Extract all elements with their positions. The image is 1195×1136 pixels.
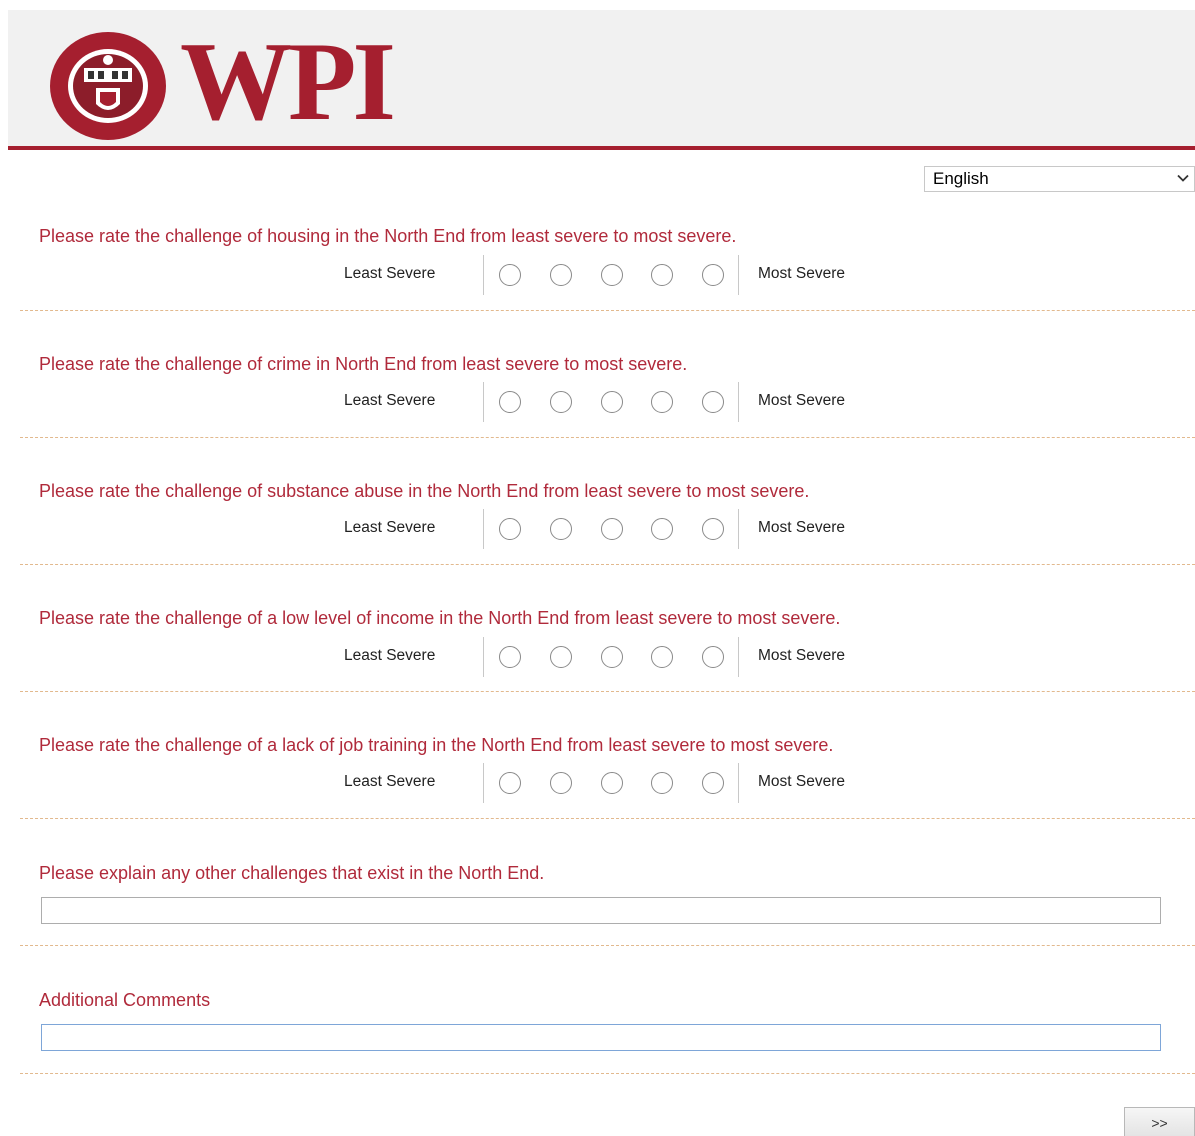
scale-divider [483,763,484,803]
most-severe-label: Most Severe [758,773,846,790]
wpi-seal-logo [50,32,166,140]
other-challenges-input[interactable] [41,897,1161,924]
question-5-scale: Least Severe Most Severe [0,763,1195,803]
q5-radio-5[interactable] [702,772,724,794]
other-challenges-label: Please explain any other challenges that… [39,863,545,883]
scale-divider [738,382,739,422]
wpi-wordmark: WPI [180,20,396,144]
q3-radio-4[interactable] [651,518,673,540]
language-select[interactable]: English [924,166,1195,192]
question-separator [20,437,1195,438]
q3-radio-3[interactable] [601,518,623,540]
q5-radio-1[interactable] [499,772,521,794]
scale-divider [483,382,484,422]
least-severe-label: Least Severe [344,519,436,536]
question-2-scale: Least Severe Most Severe [0,382,1195,422]
q3-radio-2[interactable] [550,518,572,540]
scale-divider [738,255,739,295]
question-separator [20,310,1195,311]
least-severe-label: Least Severe [344,265,436,282]
most-severe-label: Most Severe [758,265,846,282]
scale-divider [738,637,739,677]
question-separator [20,564,1195,565]
q4-radio-5[interactable] [702,646,724,668]
scale-divider [483,509,484,549]
scale-divider [483,637,484,677]
q1-radio-3[interactable] [601,264,623,286]
most-severe-label: Most Severe [758,519,846,536]
q1-radio-1[interactable] [499,264,521,286]
question-separator [20,945,1195,946]
question-1-text: Please rate the challenge of housing in … [39,226,737,246]
q4-radio-4[interactable] [651,646,673,668]
q5-radio-3[interactable] [601,772,623,794]
question-2-text: Please rate the challenge of crime in No… [39,354,688,374]
scale-divider [738,509,739,549]
question-5-text: Please rate the challenge of a lack of j… [39,735,834,755]
question-separator [20,691,1195,692]
q5-radio-4[interactable] [651,772,673,794]
q2-radio-3[interactable] [601,391,623,413]
q2-radio-1[interactable] [499,391,521,413]
q3-radio-5[interactable] [702,518,724,540]
q2-radio-4[interactable] [651,391,673,413]
q5-radio-2[interactable] [550,772,572,794]
question-separator [20,1073,1195,1074]
additional-comments-label: Additional Comments [39,990,211,1010]
question-separator [20,818,1195,819]
least-severe-label: Least Severe [344,773,436,790]
header-banner: WPI [8,10,1195,146]
question-3-scale: Least Severe Most Severe [0,509,1195,549]
least-severe-label: Least Severe [344,647,436,664]
question-4-scale: Least Severe Most Severe [0,637,1195,677]
q2-radio-5[interactable] [702,391,724,413]
q1-radio-5[interactable] [702,264,724,286]
chevron-down-icon [1177,174,1189,182]
scale-divider [483,255,484,295]
least-severe-label: Least Severe [344,392,436,409]
next-button[interactable]: >> [1124,1107,1195,1136]
q2-radio-2[interactable] [550,391,572,413]
q1-radio-2[interactable] [550,264,572,286]
question-3-text: Please rate the challenge of substance a… [39,481,810,501]
q4-radio-2[interactable] [550,646,572,668]
question-1-scale: Least Severe Most Severe [0,255,1195,295]
most-severe-label: Most Severe [758,392,846,409]
survey-page: WPI English Please rate the challenge of… [0,0,1195,1136]
q4-radio-3[interactable] [601,646,623,668]
scale-divider [738,763,739,803]
additional-comments-input[interactable] [41,1024,1161,1051]
q1-radio-4[interactable] [651,264,673,286]
question-4-text: Please rate the challenge of a low level… [39,608,841,628]
q4-radio-1[interactable] [499,646,521,668]
header-divider [8,146,1195,150]
most-severe-label: Most Severe [758,647,846,664]
q3-radio-1[interactable] [499,518,521,540]
language-select-value: English [933,169,989,188]
